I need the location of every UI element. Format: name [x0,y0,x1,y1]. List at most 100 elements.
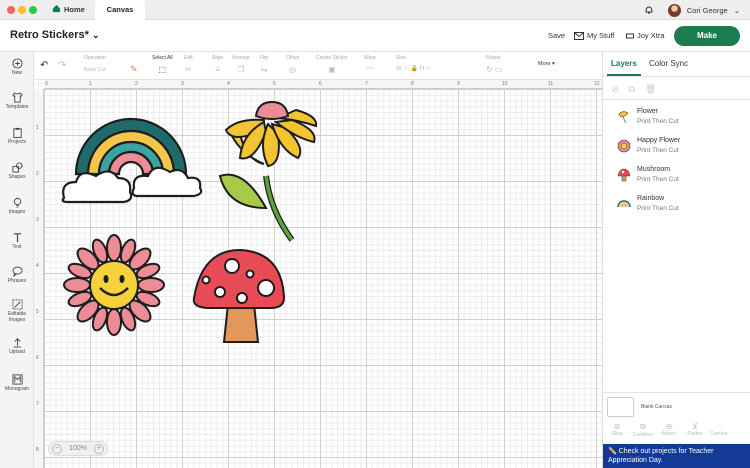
ruler-tick: 12 [594,81,600,87]
project-title[interactable]: Retro Stickers* ⌄ [10,29,99,41]
layer-name: Flower [637,108,659,115]
avatar[interactable] [667,3,681,17]
layer-item-mushroom[interactable]: Mushroom Print Then Cut [617,164,747,186]
layer-operation: Print Then Cut [637,205,679,212]
operation-dropdown[interactable]: Operation Basic Cut [84,55,106,73]
make-button[interactable]: Make [674,26,740,46]
arrange-button[interactable]: Arrange ❐ [232,55,250,74]
ruler-tick: 4 [36,263,39,269]
sidebar-item-text[interactable]: Text [0,232,34,250]
slice-button[interactable]: ⊘ Slice [605,422,629,437]
user-menu[interactable]: Cori George ⌄ [644,0,740,20]
mushroom-sticker[interactable] [192,248,286,343]
edit-button[interactable]: Edit ✂ [184,55,193,74]
create-sticker-button[interactable]: Create Sticker ▣ [316,55,348,74]
promo-banner[interactable]: ✏️ Check out projects for Teacher Apprec… [603,444,750,468]
sidebar-item-shapes[interactable]: Shapes [0,162,34,180]
rotate-field[interactable]: Rotate ↻ ▭ [486,55,502,74]
chevron-down-icon[interactable]: ⌄ [92,30,100,40]
offset-icon: ◎ [289,65,297,74]
chevron-down-icon[interactable]: ⌄ [734,6,740,15]
flip-button[interactable]: Flip ⇋ [260,55,268,74]
size-input-icon: W ▭ 🔒 H ▭ [396,66,432,72]
undo-button[interactable]: ↶ [40,60,48,71]
ruler-vertical: 1 2 3 4 5 6 7 8 [34,89,44,468]
flatten-button[interactable]: ⊻ Flatten [683,422,707,437]
blank-canvas-layer[interactable]: Blank Canvas [607,397,747,417]
sidebar-item-images[interactable]: Images [0,197,34,215]
tab-canvas[interactable]: Canvas [95,0,145,20]
close-window-button[interactable] [7,6,15,14]
trash-icon[interactable]: 🗑 [645,84,666,94]
group-icon[interactable]: ⊘ [611,84,629,94]
maximize-window-button[interactable] [29,6,37,14]
sidebar-item-new[interactable]: New [0,58,34,76]
rainbow-sticker[interactable] [61,117,203,204]
ruler-tick: 3 [181,81,184,87]
align-button[interactable]: Align ≡ [212,55,223,74]
sidebar-label-upload: Upload [9,349,25,355]
undo-icon: ↶ [40,60,49,71]
tab-color-sync[interactable]: Color Sync [649,59,688,68]
bell-icon[interactable] [644,5,654,15]
sidebar-item-projects[interactable]: Projects [0,127,34,145]
sidebar-item-phrases[interactable]: Phrases [0,266,34,284]
layer-operation: Print Then Cut [637,176,679,183]
attach-button[interactable]: ⊖ Attach [657,422,681,437]
tab-layers[interactable]: Layers [611,59,637,68]
offset-button[interactable]: Offset ◎ [286,55,299,74]
joy-xtra-button[interactable]: Joy Xtra [626,31,665,40]
blank-canvas-swatch[interactable] [607,397,634,417]
layer-item-happy-flower[interactable]: Happy Flower Print Then Cut [617,135,747,157]
shapes-icon [11,162,23,173]
select-all-label: Select All [152,55,173,61]
sidebar-label-images: Images [8,209,26,215]
select-all-button[interactable]: Select All ⬚ [152,55,173,74]
ruler-tick: 9 [457,81,460,87]
layer-item-rainbow[interactable]: Rainbow Print Then Cut [617,193,747,215]
ruler-tick: 1 [89,81,92,87]
save-button[interactable]: Save [548,31,565,40]
arrange-icon: ❐ [237,65,245,74]
zoom-out-button[interactable]: − [52,443,62,454]
sidebar-item-editable-images[interactable]: Editable Images [0,299,34,323]
mystuff-button[interactable]: My Stuff [574,31,614,40]
offset-label: Offset [286,55,300,61]
contour-label: Contour [710,431,728,437]
more-button[interactable]: More ▾ [538,61,555,67]
pen-icon: ✎ [130,64,138,74]
duplicate-icon[interactable]: ⧉ [629,84,645,94]
sidebar-label-templates: Templates [5,104,29,110]
happy-flower-sticker[interactable] [63,234,165,336]
pen-color-swatch[interactable]: ✎ [130,64,138,75]
minimize-window-button[interactable] [18,6,26,14]
divider [603,76,750,77]
contour-button[interactable]: ◌ Contour [707,422,731,437]
design-canvas[interactable] [34,80,602,468]
flower-sticker[interactable] [218,100,318,242]
layers-panel: Layers Color Sync ⊘⧉🗑 Flower Print Then … [602,52,750,468]
zoom-in-button[interactable]: + [94,443,104,454]
ruler-tick: 5 [273,81,276,87]
sidebar-label-projects: Projects [7,139,27,145]
user-name: Cori George [686,5,728,15]
redo-button[interactable]: ↷ [58,60,66,71]
rainbow-icon [617,200,631,208]
sidebar-item-upload[interactable]: Upload [0,337,34,355]
ruler-zero: 0 [45,81,48,87]
combine-button[interactable]: ⧉ Combine [631,422,655,438]
sidebar-item-templates[interactable]: Templates [0,92,34,110]
slice-icon: ⊘ [613,422,621,431]
monogram-icon [11,374,23,385]
ruler-tick: 8 [411,81,414,87]
sidebar-item-monogram[interactable]: Monogram [0,374,34,392]
tab-home[interactable]: Home [52,0,85,20]
layer-name: Happy Flower [637,137,681,144]
size-fields[interactable]: Size W ▭ 🔒 H ▭ [396,55,431,72]
bottom-toolbar: ⊘ Slice ⧉ Combine ⊖ Attach ⊻ Flatten ◌ Contou… [603,420,750,444]
warp-button[interactable]: Warp ◠ [364,55,376,74]
canvas-artwork [61,100,318,343]
layer-item-flower[interactable]: Flower Print Then Cut [617,106,747,128]
happy-flower-icon [617,139,631,153]
text-icon [13,233,21,243]
